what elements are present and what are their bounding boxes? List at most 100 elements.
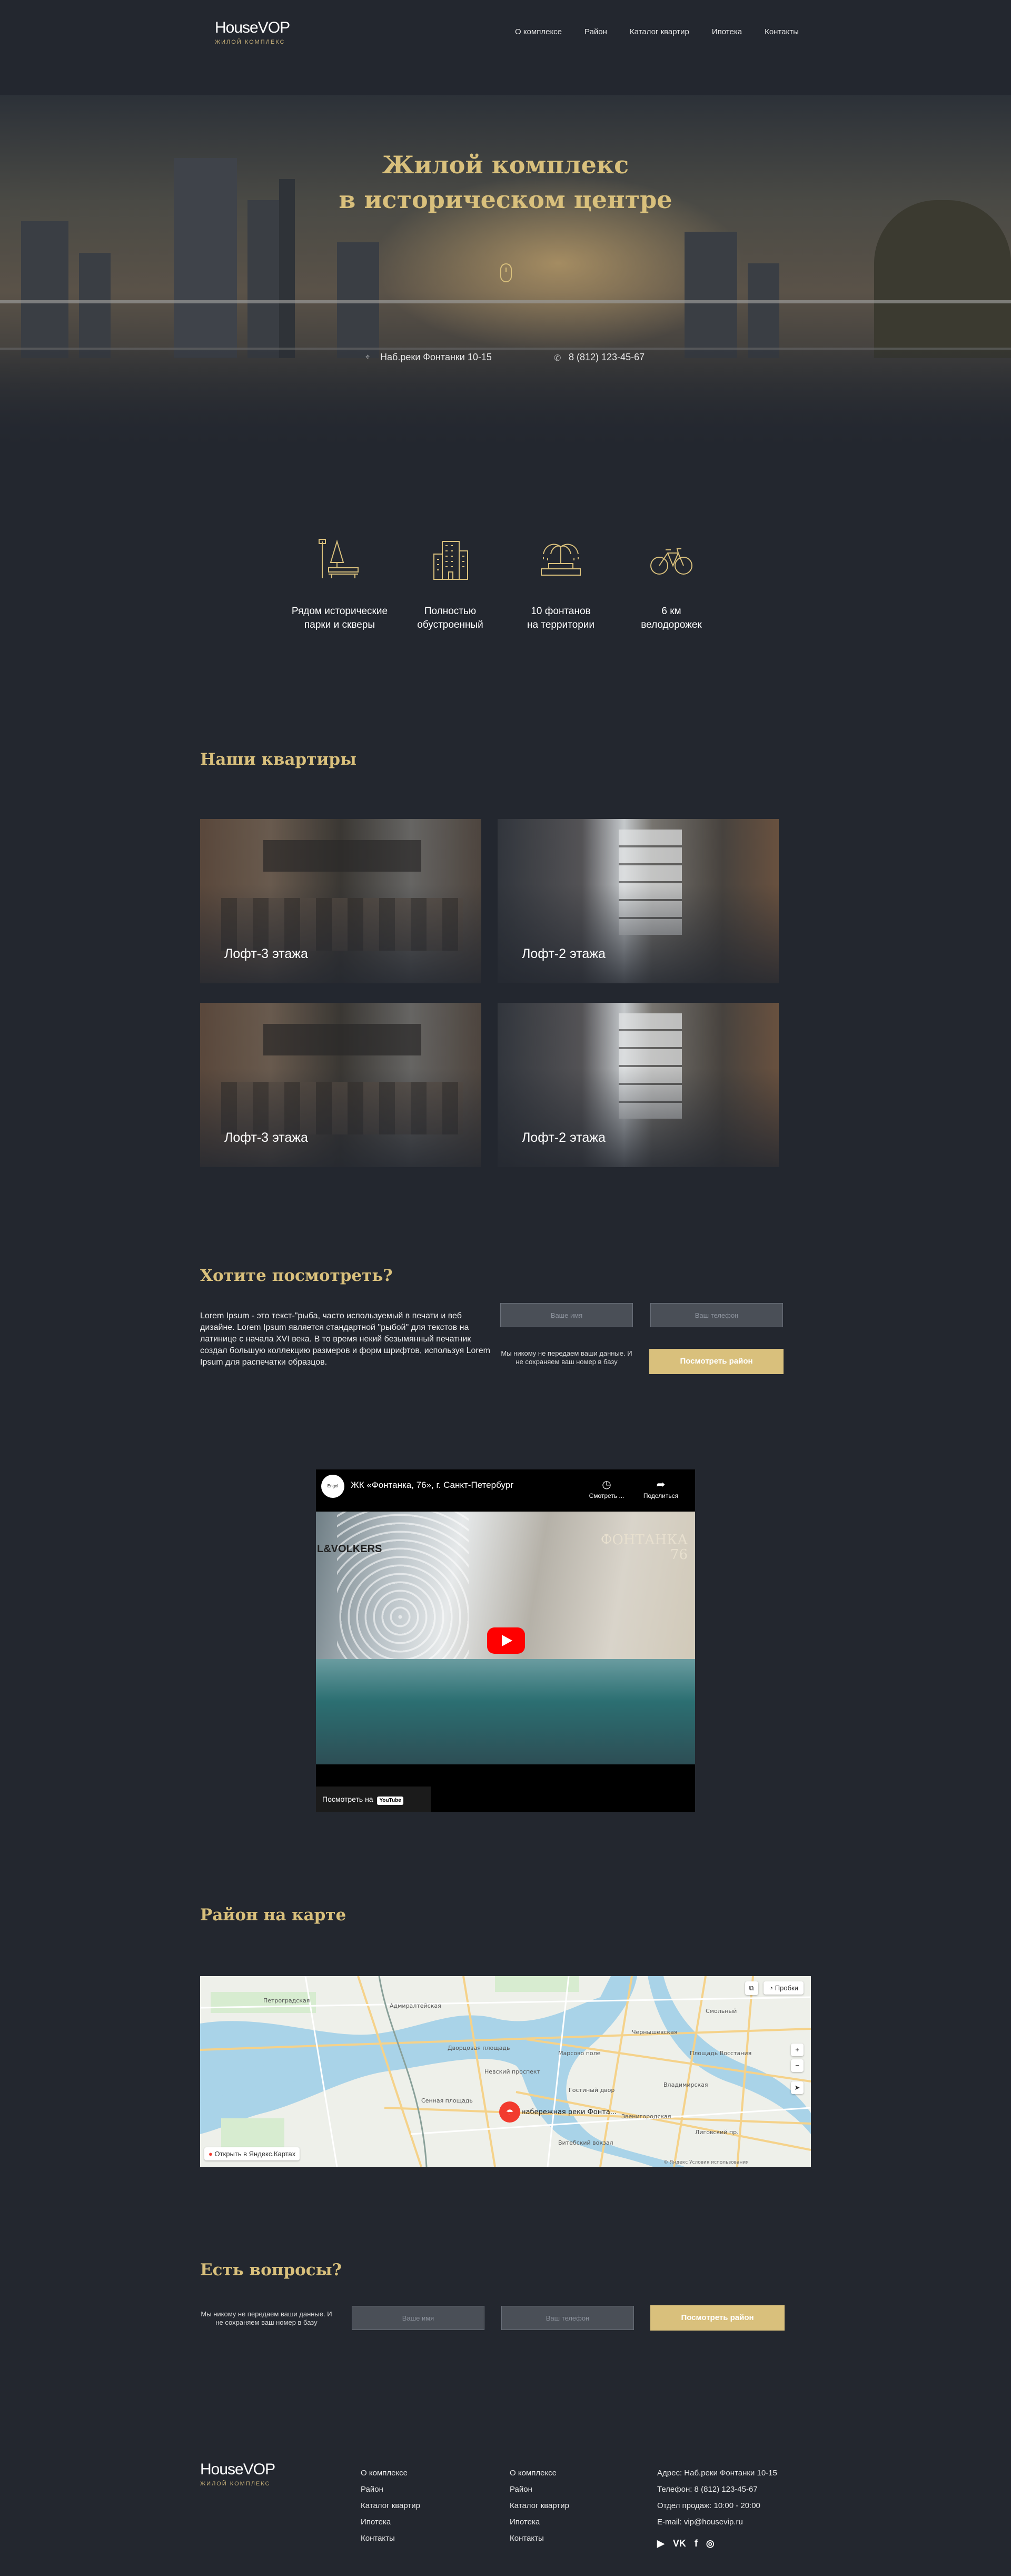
footer-phone[interactable]: Телефон: 8 (812) 123-45-67	[657, 2481, 777, 2498]
view-district-button[interactable]: Посмотреть район	[649, 1349, 784, 1374]
hero-building	[685, 232, 737, 358]
privacy-note: Мы никому не передаем ваши данные. И не …	[201, 2310, 332, 2326]
footer-link[interactable]: Район	[510, 2481, 569, 2498]
footer-link[interactable]: Контакты	[510, 2530, 569, 2547]
footer-nav-2: О комплексе Район Каталог квартир Ипотек…	[510, 2465, 569, 2547]
map-place-label: Чернышевская	[632, 2029, 678, 2036]
footer-contacts: Адрес: Наб.реки Фонтанки 10-15 Телефон: …	[657, 2465, 777, 2552]
apartment-card[interactable]: Лофт-3 этажа	[200, 1003, 481, 1167]
nav-item-district[interactable]: Район	[584, 27, 607, 36]
open-yandex-maps-label: Открыть в Яндекс.Картах	[214, 2150, 296, 2158]
hero-railing	[0, 300, 1011, 303]
apartment-card[interactable]: Лофт-2 этажа	[498, 1003, 779, 1167]
layers-icon[interactable]: ⧉	[745, 1981, 758, 1995]
feature-text: Полностью	[424, 606, 477, 617]
instagram-icon[interactable]: ◎	[706, 2535, 715, 2552]
video-brand-right-line1: ФОНТАНКА	[600, 1532, 688, 1548]
park-bench-icon	[319, 539, 359, 578]
apartment-label: Лофт-3 этажа	[224, 1130, 308, 1145]
geolocation-icon[interactable]: ➤	[791, 2081, 804, 2094]
hero-building	[79, 253, 111, 358]
hero-building	[21, 221, 68, 358]
hero-phone-text: 8 (812) 123-45-67	[569, 352, 645, 362]
footer-email[interactable]: E-mail: vip@housevip.ru	[657, 2514, 777, 2530]
fountain-icon	[541, 544, 581, 576]
video-brand-left: L&VOLKERS	[317, 1543, 382, 1555]
questions-title: Есть вопросы?	[200, 2261, 342, 2279]
apartment-card[interactable]: Лофт-3 этажа	[200, 819, 481, 983]
open-yandex-maps-link[interactable]: ● Открыть в Яндекс.Картах	[204, 2147, 300, 2160]
map-canvas: Петроградская Дворцовая площадь Невский …	[200, 1976, 811, 2167]
feature-text: обустроенный	[417, 619, 483, 630]
footer-link[interactable]: Каталог квартир	[510, 2498, 569, 2514]
zoom-out-icon[interactable]: −	[791, 2059, 804, 2072]
map-place-label: Петроградская	[263, 1997, 310, 2004]
logo[interactable]: HouseVOP ЖИЛОЙ КОМПЛЕКС	[215, 19, 290, 45]
footer-link[interactable]: Ипотека	[510, 2514, 569, 2530]
video-player[interactable]: L&VOLKERS ФОНТАНКА 76 Engel ЖК «Фонтанка,…	[316, 1469, 695, 1812]
map-pin-icon: ●	[209, 2150, 213, 2158]
name-input[interactable]: Ваше имя	[500, 1303, 633, 1327]
umbrella-icon: ☂	[506, 2107, 513, 2117]
map-place-label: Витебский вокзал	[558, 2139, 613, 2146]
hero-title-line1: Жилой комплекс	[382, 151, 629, 179]
nav-item-mortgage[interactable]: Ипотека	[712, 27, 742, 36]
map-place-label: Невский проспект	[484, 2068, 541, 2075]
nav-item-contacts[interactable]: Контакты	[765, 27, 799, 36]
viewing-description: Lorem Ipsum - это текст-"рыба, часто исп…	[200, 1311, 490, 1367]
map[interactable]: Петроградская Дворцовая площадь Невский …	[200, 1976, 811, 2167]
share-button[interactable]: ➦ Поделиться	[640, 1478, 682, 1499]
map-marker-label: набережная реки Фонта...	[521, 2108, 617, 2116]
map-place-label: Лиговский пр.	[695, 2129, 739, 2136]
vk-icon[interactable]: VK	[673, 2535, 686, 2552]
features: Рядом исторические парки и скверы Полност…	[287, 536, 724, 632]
nav-item-catalog[interactable]: Каталог квартир	[630, 27, 689, 36]
footer-logo[interactable]: HouseVOP ЖИЛОЙ КОМПЛЕКС	[200, 2461, 275, 2487]
viewing-title: Хотите посмотреть?	[200, 1266, 393, 1285]
traffic-label: Пробки	[775, 1984, 798, 1992]
channel-avatar[interactable]: Engel	[321, 1475, 344, 1498]
footer-link[interactable]: Каталог квартир	[361, 2498, 420, 2514]
video-title[interactable]: ЖК «Фонтанка, 76», г. Санкт-Петербург	[351, 1480, 513, 1491]
watch-on-youtube-button[interactable]: Посмотреть на YouTube	[316, 1787, 431, 1812]
name-input[interactable]: Ваше имя	[352, 2306, 484, 2330]
view-district-button[interactable]: Посмотреть район	[650, 2305, 785, 2331]
scroll-mouse-icon[interactable]	[500, 263, 512, 282]
phone-icon: ✆	[554, 353, 561, 363]
footer-logo-tagline: ЖИЛОЙ КОМПЛЕКС	[200, 2481, 271, 2487]
map-place-label: Дворцовая площадь	[448, 2045, 510, 2051]
youtube-icon[interactable]: ▶	[657, 2535, 665, 2552]
facebook-icon[interactable]: f	[695, 2535, 698, 2552]
hero-phone[interactable]: ✆ 8 (812) 123-45-67	[554, 352, 645, 363]
share-label: Поделиться	[643, 1492, 679, 1499]
hero-title-line2: в историческом центре	[339, 185, 672, 214]
apartment-card[interactable]: Лофт-2 этажа	[498, 819, 779, 983]
phone-input[interactable]: Ваш телефон	[501, 2306, 634, 2330]
map-title: Район на карте	[200, 1906, 346, 1924]
watch-later-label: Смотреть ...	[589, 1492, 625, 1499]
location-pin-icon: ⌖	[365, 352, 371, 362]
apartments-title: Наши квартиры	[200, 750, 357, 769]
hero-fade	[0, 348, 1011, 453]
footer-link[interactable]: Ипотека	[361, 2514, 420, 2530]
map-place-label: Площадь Восстания	[690, 2050, 751, 2057]
traffic-button[interactable]: ◔ Пробки	[764, 1981, 804, 1995]
phone-input[interactable]: Ваш телефон	[650, 1303, 783, 1327]
footer-link[interactable]: О комплексе	[510, 2465, 569, 2481]
clock-icon: ◷	[602, 1479, 611, 1491]
nav-item-about[interactable]: О комплексе	[515, 27, 562, 36]
feature-amenities: Полностью обустроенный	[398, 536, 503, 632]
footer-link[interactable]: О комплексе	[361, 2465, 420, 2481]
watch-later-button[interactable]: ◷ Смотреть ...	[586, 1478, 628, 1499]
zoom-in-icon[interactable]: +	[791, 2044, 804, 2056]
footer-address: Адрес: Наб.реки Фонтанки 10-15	[657, 2469, 777, 2478]
apartment-label: Лофт-3 этажа	[224, 946, 308, 961]
map-copyright: © Яндекс Условия использования	[663, 2160, 749, 2165]
hero-building	[748, 263, 779, 358]
play-icon[interactable]	[487, 1627, 525, 1654]
main-nav: О комплексе Район Каталог квартир Ипотек…	[515, 27, 799, 36]
footer-link[interactable]: Контакты	[361, 2530, 420, 2547]
footer-link[interactable]: Район	[361, 2481, 420, 2498]
hero: Жилой комплекс в историческом центре ⌖ Н…	[0, 95, 1011, 453]
logo-tagline: ЖИЛОЙ КОМПЛЕКС	[215, 39, 285, 45]
